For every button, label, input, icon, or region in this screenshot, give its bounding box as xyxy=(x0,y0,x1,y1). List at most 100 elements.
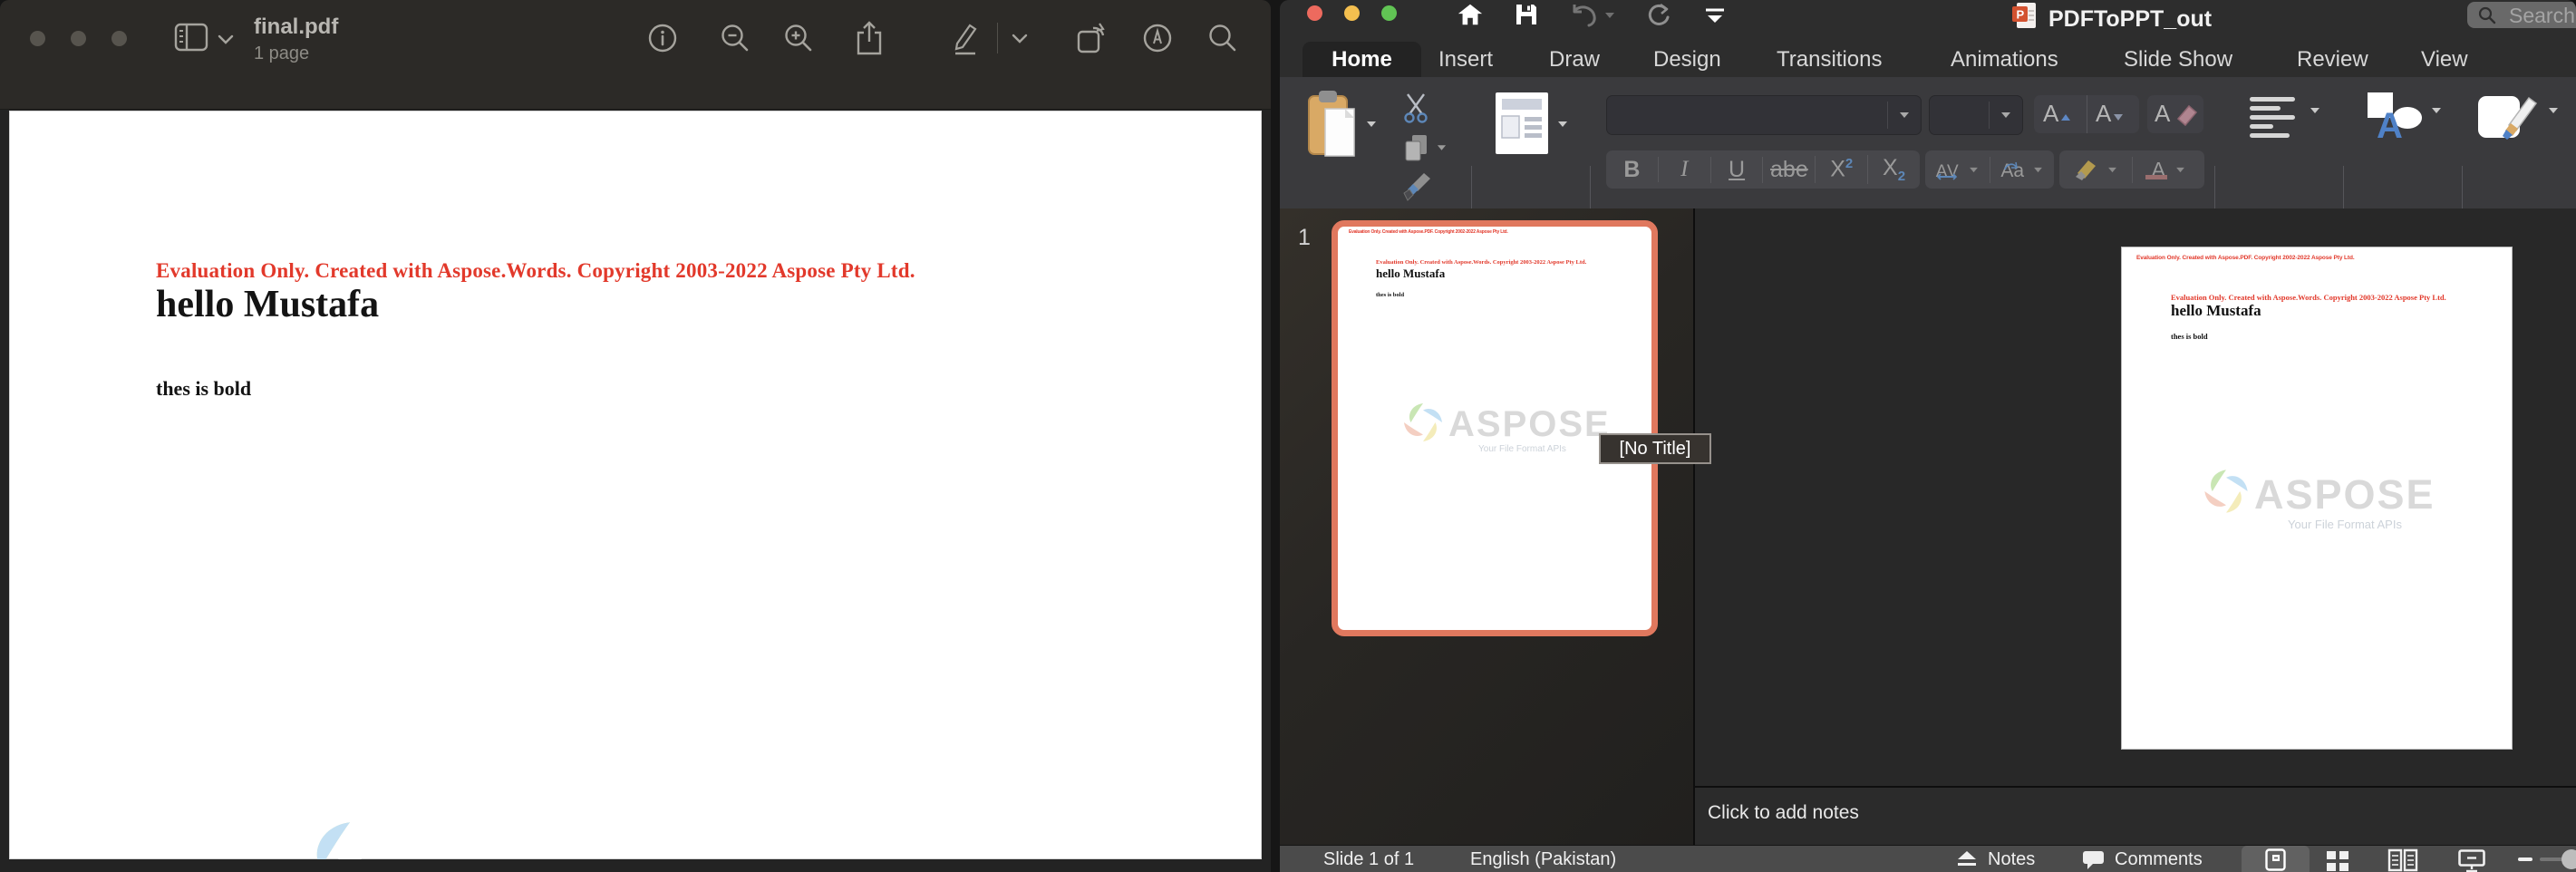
pdf-page[interactable]: Evaluation Only. Created with Aspose.Wor… xyxy=(9,111,1262,859)
shrink-font-button[interactable]: A xyxy=(2096,100,2124,128)
text-annotate-icon[interactable] xyxy=(1142,23,1173,53)
font-name-combo[interactable] xyxy=(1606,95,1922,135)
powerpoint-doc-icon: P xyxy=(2012,2,2038,29)
italic-button[interactable]: I xyxy=(1658,157,1710,182)
tab-animations[interactable]: Animations xyxy=(1951,42,2058,77)
bold-button[interactable]: B xyxy=(1606,157,1658,183)
character-spacing-button[interactable]: AV xyxy=(1925,157,1990,183)
copy-icon[interactable] xyxy=(1403,133,1428,162)
rotate-icon[interactable] xyxy=(1075,21,1109,55)
pdf-body-text: thes is bold xyxy=(156,377,251,401)
thumb-aspose-watermark: ASPOSE xyxy=(1448,404,1611,445)
share-icon[interactable] xyxy=(854,20,885,56)
grow-font-button[interactable]: A xyxy=(2043,100,2071,128)
svg-text:P: P xyxy=(2017,8,2025,22)
slides-dropdown-icon[interactable] xyxy=(1557,121,1568,128)
new-slide-icon[interactable] xyxy=(1496,92,1548,154)
cut-icon[interactable] xyxy=(1402,92,1429,123)
thumb-words-line: Evaluation Only. Created with Aspose.Wor… xyxy=(1376,259,1586,266)
home-icon[interactable] xyxy=(1457,2,1484,27)
copy-dropdown-icon[interactable] xyxy=(1437,144,1447,151)
markup-chevron-icon[interactable] xyxy=(1012,34,1028,44)
zoom-out-button[interactable] xyxy=(2518,857,2532,861)
notes-toggle-icon[interactable] xyxy=(1956,851,1978,868)
slide-aspose-watermark: ASPOSE xyxy=(2254,471,2436,518)
tab-slide-show[interactable]: Slide Show xyxy=(2124,42,2232,77)
tab-transitions[interactable]: Transitions xyxy=(1777,42,1882,77)
search-field[interactable]: Search xyxy=(2467,2,2576,28)
page-count: 1 page xyxy=(254,44,309,64)
strikethrough-button[interactable]: abe xyxy=(1762,157,1815,183)
clear-formatting-button[interactable]: A xyxy=(2147,95,2203,133)
notes-toggle-label[interactable]: Notes xyxy=(1988,849,2035,870)
tab-design[interactable]: Design xyxy=(1653,42,1721,77)
tab-review[interactable]: Review xyxy=(2297,42,2368,77)
notes-pane[interactable]: Click to add notes xyxy=(1695,786,2576,847)
underline-button[interactable]: U xyxy=(1710,157,1763,183)
zoom-in-icon[interactable] xyxy=(783,23,814,53)
maximize-button[interactable] xyxy=(111,31,127,46)
markup-pencil-icon[interactable] xyxy=(948,22,981,56)
toolbar-divider xyxy=(997,23,998,53)
preview-toolbar: final.pdf 1 page xyxy=(0,0,1271,110)
change-case-button[interactable]: Aa xyxy=(1990,157,2055,183)
format-painter-icon[interactable] xyxy=(1399,173,1431,202)
info-icon[interactable] xyxy=(647,23,678,53)
sidebar-toggle-icon[interactable] xyxy=(174,23,212,53)
svg-text:A: A xyxy=(2377,106,2403,143)
zoom-slider-knob[interactable] xyxy=(2561,849,2576,869)
paste-dropdown-icon[interactable] xyxy=(1366,121,1377,128)
font-size-combo[interactable] xyxy=(1929,95,2023,135)
sidebar-chevron-icon[interactable] xyxy=(218,34,234,45)
normal-view-icon xyxy=(2265,848,2286,871)
normal-view-button[interactable] xyxy=(2242,846,2310,872)
undo-dropdown-icon[interactable] xyxy=(1604,12,1615,19)
ribbon: Paste xyxy=(1280,77,2576,209)
tab-draw[interactable]: Draw xyxy=(1549,42,1600,77)
undo-icon[interactable] xyxy=(1571,4,1598,27)
aspose-logo-swirl xyxy=(297,816,402,859)
language-indicator[interactable]: English (Pakistan) xyxy=(1470,849,1616,870)
font-color-button[interactable]: A xyxy=(2132,157,2205,183)
paragraph-icon[interactable] xyxy=(2248,97,2300,139)
slide-thumbnail[interactable]: Evaluation Only. Created with Aspose.PDF… xyxy=(1332,220,1658,636)
pdf-heading: hello Mustafa xyxy=(156,283,379,326)
comments-label[interactable]: Comments xyxy=(2115,849,2203,870)
insert-dropdown-icon[interactable] xyxy=(2431,107,2442,114)
close-button[interactable] xyxy=(30,31,45,46)
tab-insert[interactable]: Insert xyxy=(1438,42,1493,77)
drawing-dropdown-icon[interactable] xyxy=(2548,107,2559,114)
paragraph-dropdown-icon[interactable] xyxy=(2310,107,2320,114)
zoom-out-icon[interactable] xyxy=(720,23,751,53)
insert-icon[interactable]: A xyxy=(2366,91,2424,143)
slide-show-icon[interactable] xyxy=(2458,849,2485,872)
font-style-group: B I U abe X2 X2 xyxy=(1606,150,1920,189)
slide-canvas[interactable]: Evaluation Only. Created with Aspose.PDF… xyxy=(2121,247,2513,750)
slide-number: 1 xyxy=(1298,225,1311,251)
toolbar-options-icon[interactable] xyxy=(1702,8,1728,24)
save-icon[interactable] xyxy=(1514,2,1539,27)
slide-body: thes is bold xyxy=(2171,332,2208,341)
notes-placeholder: Click to add notes xyxy=(1708,802,1859,824)
highlight-button[interactable] xyxy=(2059,157,2132,183)
drawing-icon[interactable] xyxy=(2478,91,2542,141)
minimize-button[interactable] xyxy=(1344,5,1360,21)
reading-view-icon[interactable] xyxy=(2387,848,2418,872)
subscript-button[interactable]: X2 xyxy=(1867,155,1920,184)
close-button[interactable] xyxy=(1307,5,1322,21)
status-bar: Slide 1 of 1 English (Pakistan) Notes Co… xyxy=(1280,845,2576,872)
search-icon[interactable] xyxy=(1207,23,1238,53)
slide-heading: hello Mustafa xyxy=(2171,302,2261,320)
search-placeholder: Search xyxy=(2509,4,2575,28)
redo-icon[interactable] xyxy=(1645,3,1671,28)
superscript-button[interactable]: X2 xyxy=(1815,156,1867,182)
maximize-button[interactable] xyxy=(1381,5,1397,21)
slide-sorter-icon[interactable] xyxy=(2327,851,2350,871)
paste-icon[interactable] xyxy=(1307,91,1356,158)
tab-view[interactable]: View xyxy=(2421,42,2468,77)
aspose-watermark-text: ASPOSE xyxy=(480,841,971,859)
minimize-button[interactable] xyxy=(71,31,86,46)
tab-home[interactable]: Home xyxy=(1303,42,1421,77)
text-color-group: A xyxy=(2059,150,2204,189)
comments-icon[interactable] xyxy=(2083,851,2105,870)
